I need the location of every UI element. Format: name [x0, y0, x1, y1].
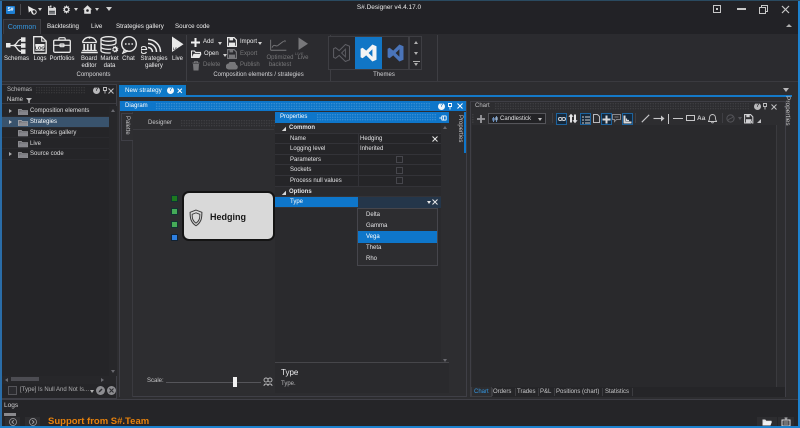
svg-text:LIVE: LIVE: [173, 47, 182, 51]
svg-text:LOG: LOG: [35, 46, 45, 51]
svg-text:e: e: [141, 41, 148, 54]
